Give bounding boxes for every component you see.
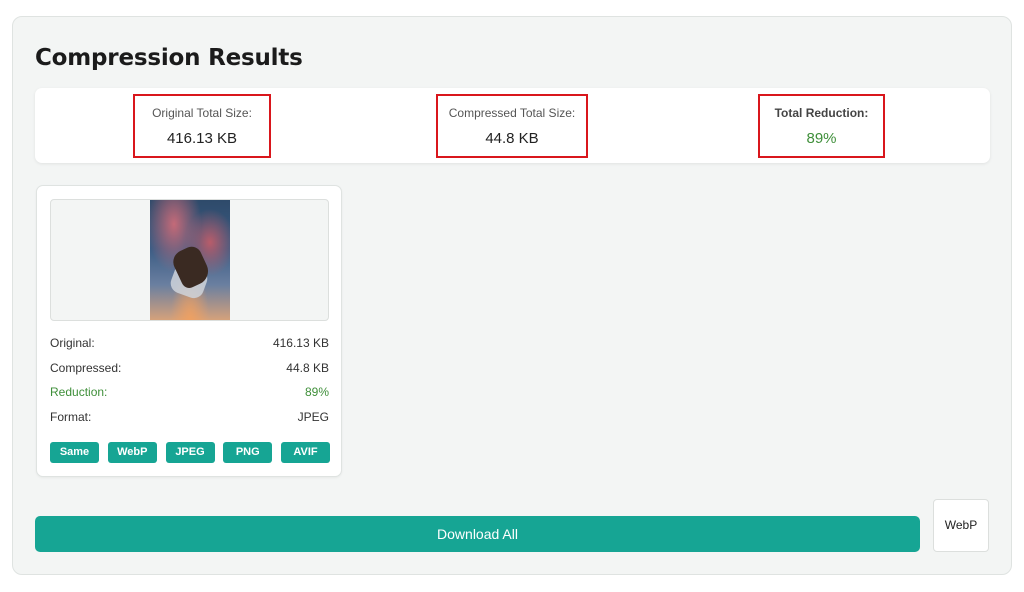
total-reduction-value: 89% bbox=[806, 130, 837, 147]
stat-row-original: Original: 416.13 KB bbox=[50, 336, 329, 361]
total-reduction-stat: Total Reduction: 89% bbox=[758, 94, 885, 158]
format-jpeg-button[interactable]: JPEG bbox=[165, 442, 215, 463]
format-webp-button[interactable]: WebP bbox=[107, 442, 157, 463]
stat-row-compressed: Compressed: 44.8 KB bbox=[50, 361, 329, 386]
stat-label: Format: bbox=[50, 409, 92, 424]
page-title: Compression Results bbox=[35, 45, 303, 71]
stat-value: 416.13 KB bbox=[272, 336, 329, 350]
file-stats: Original: 416.13 KB Compressed: 44.8 KB … bbox=[50, 336, 329, 434]
stat-value: JPEG bbox=[297, 409, 329, 424]
format-same-button[interactable]: Same bbox=[50, 442, 99, 463]
file-result-card: Original: 416.13 KB Compressed: 44.8 KB … bbox=[36, 185, 342, 477]
original-total-stat: Original Total Size: 416.13 KB bbox=[133, 94, 271, 158]
stat-value: 89% bbox=[304, 385, 329, 399]
output-format-select[interactable]: WebP bbox=[933, 499, 989, 552]
stat-row-reduction: Reduction: 89% bbox=[50, 385, 329, 410]
stat-value: 44.8 KB bbox=[286, 360, 329, 375]
stat-label: Original: bbox=[50, 336, 95, 350]
format-png-button[interactable]: PNG bbox=[223, 442, 273, 463]
format-button-group: Same WebP JPEG PNG AVIF bbox=[50, 442, 330, 463]
original-total-value: 416.13 KB bbox=[166, 130, 238, 147]
compressed-total-label: Compressed Total Size: bbox=[448, 106, 576, 120]
format-avif-button[interactable]: AVIF bbox=[281, 442, 330, 463]
total-reduction-label: Total Reduction: bbox=[774, 106, 869, 120]
compressed-total-stat: Compressed Total Size: 44.8 KB bbox=[436, 94, 588, 158]
stat-row-format: Format: JPEG bbox=[50, 410, 329, 435]
skydiver-image bbox=[150, 200, 230, 320]
compressed-total-value: 44.8 KB bbox=[485, 130, 539, 147]
image-preview bbox=[50, 199, 329, 321]
download-all-button[interactable]: Download All bbox=[35, 516, 920, 552]
original-total-label: Original Total Size: bbox=[152, 106, 252, 120]
stat-label: Compressed: bbox=[50, 360, 122, 375]
summary-bar: Original Total Size: 416.13 KB Compresse… bbox=[35, 88, 990, 163]
compression-results-panel: Compression Results Original Total Size:… bbox=[12, 16, 1012, 575]
stat-label: Reduction: bbox=[50, 385, 108, 399]
